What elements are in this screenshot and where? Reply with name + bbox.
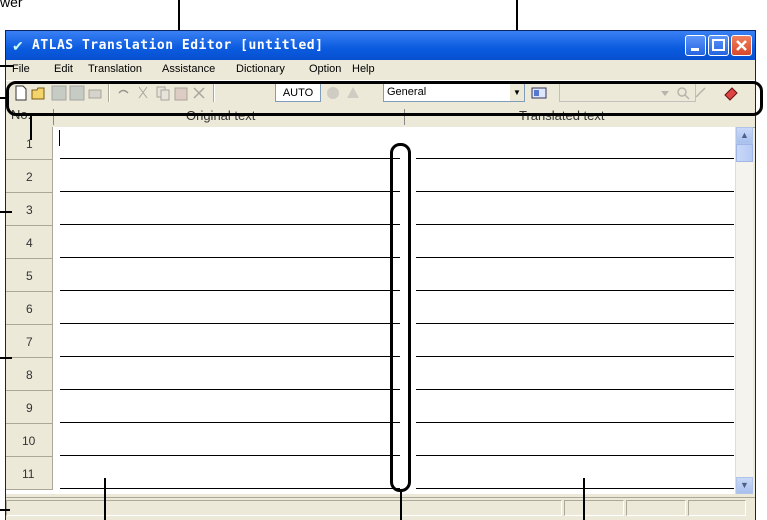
- leader-line: [0, 211, 12, 213]
- atlas-app-icon: ✔: [12, 38, 24, 54]
- row-rule: [416, 389, 734, 390]
- window-title: ATLAS Translation Editor [untitled]: [32, 38, 324, 53]
- row-number-label: 3: [26, 203, 33, 217]
- row-number-label: 10: [22, 434, 36, 448]
- row-rule: [416, 422, 734, 423]
- leader-line: [0, 97, 8, 99]
- row-rule: [416, 323, 734, 324]
- row-rule: [60, 191, 400, 192]
- leader-line: [400, 490, 402, 520]
- row-rule: [416, 455, 734, 456]
- leader-line: [0, 65, 14, 67]
- maximize-button[interactable]: [708, 35, 729, 56]
- row-number[interactable]: 3: [6, 193, 53, 226]
- minimize-button[interactable]: [685, 35, 706, 56]
- row-number-label: 9: [26, 401, 33, 415]
- leader-line: [583, 478, 585, 520]
- menu-edit[interactable]: Edit: [54, 63, 73, 75]
- row-rule: [416, 257, 734, 258]
- row-number[interactable]: 9: [6, 391, 53, 424]
- row-rule: [60, 422, 400, 423]
- row-number[interactable]: 6: [6, 292, 53, 325]
- row-rule: [416, 224, 734, 225]
- row-number[interactable]: 8: [6, 358, 53, 391]
- row-number-label: 5: [26, 269, 33, 283]
- row-rule: [60, 158, 400, 159]
- status-pane: [564, 500, 624, 516]
- row-number[interactable]: 11: [6, 457, 53, 490]
- divider-highlight-oval: [390, 143, 411, 492]
- menu-assistance[interactable]: Assistance: [162, 63, 215, 75]
- scroll-down-icon[interactable]: ▼: [736, 477, 753, 494]
- row-number-label: 8: [26, 368, 33, 382]
- menu-option[interactable]: Option: [309, 63, 341, 75]
- status-bar: [6, 497, 755, 520]
- toolbar-highlight-oval: [6, 81, 763, 116]
- row-rule: [416, 356, 734, 357]
- row-rule: [416, 290, 734, 291]
- row-number-label: 7: [26, 335, 33, 349]
- leader-line: [0, 357, 12, 359]
- row-number-label: 6: [26, 302, 33, 316]
- row-rule: [416, 191, 734, 192]
- row-rule: [60, 224, 400, 225]
- row-rule: [60, 389, 400, 390]
- callout-label: wer: [0, 0, 23, 10]
- menu-translation[interactable]: Translation: [88, 63, 142, 75]
- row-rule: [60, 257, 400, 258]
- menu-bar: File Edit Translation Assistance Diction…: [6, 60, 755, 79]
- row-number[interactable]: 7: [6, 325, 53, 358]
- row-rule: [60, 290, 400, 291]
- row-rule: [416, 158, 734, 159]
- menu-file[interactable]: File: [12, 63, 30, 75]
- title-bar[interactable]: ✔ ATLAS Translation Editor [untitled]: [6, 31, 755, 60]
- row-rule: [60, 356, 400, 357]
- row-number-label: 4: [26, 236, 33, 250]
- status-pane: [688, 500, 746, 516]
- close-button[interactable]: [731, 35, 752, 56]
- leader-line: [30, 116, 32, 140]
- vertical-scrollbar[interactable]: ▲ ▼: [735, 127, 753, 494]
- scroll-up-icon[interactable]: ▲: [736, 127, 753, 144]
- row-rule: [60, 488, 400, 489]
- row-number[interactable]: 5: [6, 259, 53, 292]
- status-pane-main: [6, 500, 562, 516]
- row-number[interactable]: 10: [6, 424, 53, 457]
- menu-dictionary[interactable]: Dictionary: [236, 63, 285, 75]
- row-number[interactable]: 2: [6, 160, 53, 193]
- row-rule: [416, 488, 734, 489]
- row-rule: [60, 323, 400, 324]
- row-number[interactable]: 4: [6, 226, 53, 259]
- row-rule: [60, 455, 400, 456]
- row-number-label: 11: [22, 467, 35, 481]
- menu-help[interactable]: Help: [352, 63, 375, 75]
- row-number-label: 2: [26, 170, 33, 184]
- status-pane: [626, 500, 686, 516]
- scroll-thumb[interactable]: [736, 144, 753, 162]
- leader-line: [104, 478, 106, 520]
- translation-grid[interactable]: 1 2 3 4 5 6 7 8 9 10 11: [6, 127, 736, 494]
- leader-line: [0, 509, 10, 511]
- text-cursor: [59, 130, 60, 146]
